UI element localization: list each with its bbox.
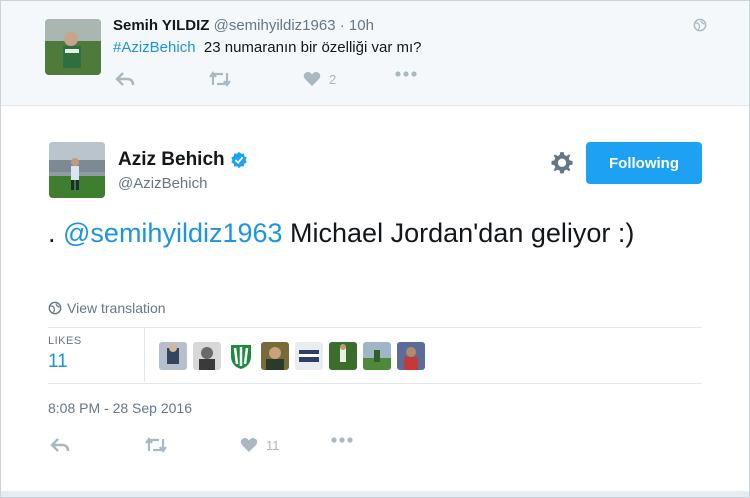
retweet-icon [145,437,167,453]
divider [144,327,145,382]
view-translation-link[interactable]: View translation [48,300,166,316]
likes-label: LIKES [48,335,82,347]
liker-avatar[interactable] [159,342,187,370]
liker-avatar[interactable] [227,342,255,370]
tweet-timestamp[interactable]: 8:08 PM - 28 Sep 2016 [48,400,192,416]
liker-avatar[interactable] [193,342,221,370]
retweet-button[interactable] [144,437,168,453]
author-handle[interactable]: @semihyildiz1963 [214,17,336,34]
retweet-button[interactable] [208,71,232,87]
avatar[interactable] [49,142,105,198]
heart-icon [240,438,258,452]
parent-tweet: Semih YILDIZ @semihyildiz1963 · 10h #Azi… [1,1,749,106]
view-translation-label: View translation [67,300,166,316]
parent-tweet-text: #AzizBehich 23 numaranın bir özelliği va… [113,39,422,56]
parent-text-body: 23 numaranın bir özelliği var mı? [203,39,422,56]
liker-avatar[interactable] [261,342,289,370]
tweet-text-body: Michael Jordan'dan geliyor :) [282,218,635,248]
reply-icon [115,72,135,86]
following-button[interactable]: Following [586,142,702,184]
tweet-text: . @semihyildiz1963 Michael Jordan'dan ge… [48,214,708,252]
mention-link[interactable]: @semihyildiz1963 [63,218,283,248]
like-button[interactable]: 11 [240,437,280,453]
divider [48,327,702,328]
like-count: 2 [329,71,337,87]
likes-count: 11 [48,351,68,372]
author-handle[interactable]: @AzizBehich [118,175,207,192]
verified-badge-icon [230,151,247,169]
gear-icon[interactable] [549,150,575,176]
tweet-embed-frame: Semih YILDIZ @semihyildiz1963 · 10h #Azi… [0,0,750,498]
like-count: 11 [266,437,280,453]
globe-icon[interactable] [693,18,707,32]
more-icon [395,71,417,77]
reply-button[interactable] [115,71,135,87]
reply-button[interactable] [50,437,70,453]
liker-avatar[interactable] [363,342,391,370]
author-name[interactable]: Aziz Behich [118,149,225,171]
author-name[interactable]: Semih YILDIZ [113,17,209,34]
bottom-strip [1,491,749,497]
liker-avatar[interactable] [295,342,323,370]
retweet-icon [209,71,231,87]
author-name-row: Aziz Behich [118,149,248,171]
more-button[interactable] [331,437,353,443]
more-icon [331,437,353,443]
reply-icon [50,438,70,452]
more-button[interactable] [395,71,417,77]
avatar[interactable] [45,19,101,75]
parent-header: Semih YILDIZ @semihyildiz1963 · 10h [113,17,374,34]
globe-icon [48,301,62,315]
heart-icon [303,72,321,86]
liker-avatar[interactable] [329,342,357,370]
divider [48,383,702,384]
separator: · [339,17,345,34]
liker-avatar[interactable] [397,342,425,370]
likes-stat[interactable]: LIKES 11 [48,335,82,373]
tweet-time[interactable]: 10h [349,17,374,34]
like-button[interactable]: 2 [303,71,336,87]
tweet-text-prefix: . [48,218,64,248]
hashtag-link[interactable]: #AzizBehich [113,39,196,56]
